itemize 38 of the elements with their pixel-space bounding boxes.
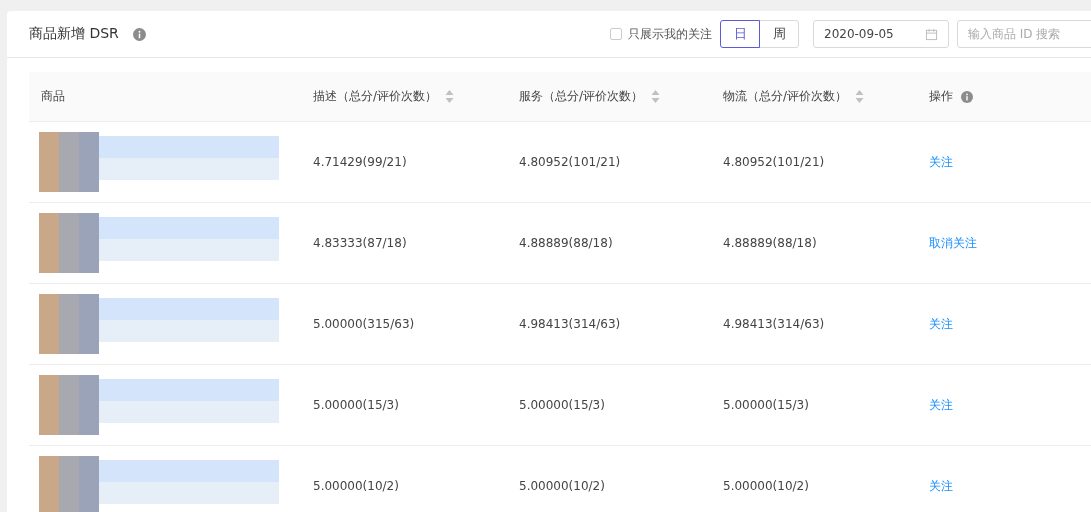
table-cell: 4.80952(101/21)	[723, 155, 825, 169]
table-cell: 5.00000(15/3)	[313, 398, 399, 412]
column-header: 商品	[41, 88, 65, 105]
sort-icon[interactable]	[651, 89, 661, 104]
info-icon	[132, 27, 146, 41]
sort-icon[interactable]	[445, 89, 455, 104]
date-picker[interactable]: 2020-09-05	[813, 20, 949, 48]
follow-link[interactable]: 取消关注	[929, 234, 977, 252]
calendar-icon	[925, 27, 938, 41]
follow-link[interactable]: 关注	[929, 153, 953, 171]
table-cell: 4.80952(101/21)	[519, 155, 621, 169]
table-cell: 5.00000(10/2)	[723, 479, 809, 493]
table-cell: 4.88889(88/18)	[723, 236, 817, 250]
checkbox[interactable]	[610, 28, 622, 40]
sort-icon[interactable]	[855, 89, 865, 104]
period-tab[interactable]: 周	[759, 20, 799, 48]
table-cell: 4.98413(314/63)	[519, 317, 621, 331]
follow-link[interactable]: 关注	[929, 396, 953, 414]
table-cell: 5.00000(15/3)	[519, 398, 605, 412]
period-tab[interactable]: 日	[720, 20, 760, 48]
column-header: 描述（总分/评价次数）	[313, 88, 438, 105]
table-cell: 5.00000(15/3)	[723, 398, 809, 412]
follow-link[interactable]: 关注	[929, 477, 953, 495]
search-field[interactable]: 输入商品 ID 搜索	[957, 20, 1091, 48]
table-cell: 4.98413(314/63)	[723, 317, 825, 331]
column-header: 服务（总分/评价次数）	[519, 88, 644, 105]
column-header: 物流（总分/评价次数）	[723, 88, 848, 105]
table-cell: 4.83333(87/18)	[313, 236, 407, 250]
follow-link[interactable]: 关注	[929, 315, 953, 333]
table-cell: 4.71429(99/21)	[313, 155, 407, 169]
table-cell: 5.00000(10/2)	[519, 479, 605, 493]
card-title: 商品新增 DSR	[29, 25, 119, 43]
table-cell: 4.88889(88/18)	[519, 236, 613, 250]
info-icon	[961, 90, 973, 103]
column-header: 操作	[929, 88, 953, 105]
table-cell: 5.00000(315/63)	[313, 317, 415, 331]
checkbox-label: 只展示我的关注	[628, 25, 712, 43]
table-cell: 5.00000(10/2)	[313, 479, 399, 493]
